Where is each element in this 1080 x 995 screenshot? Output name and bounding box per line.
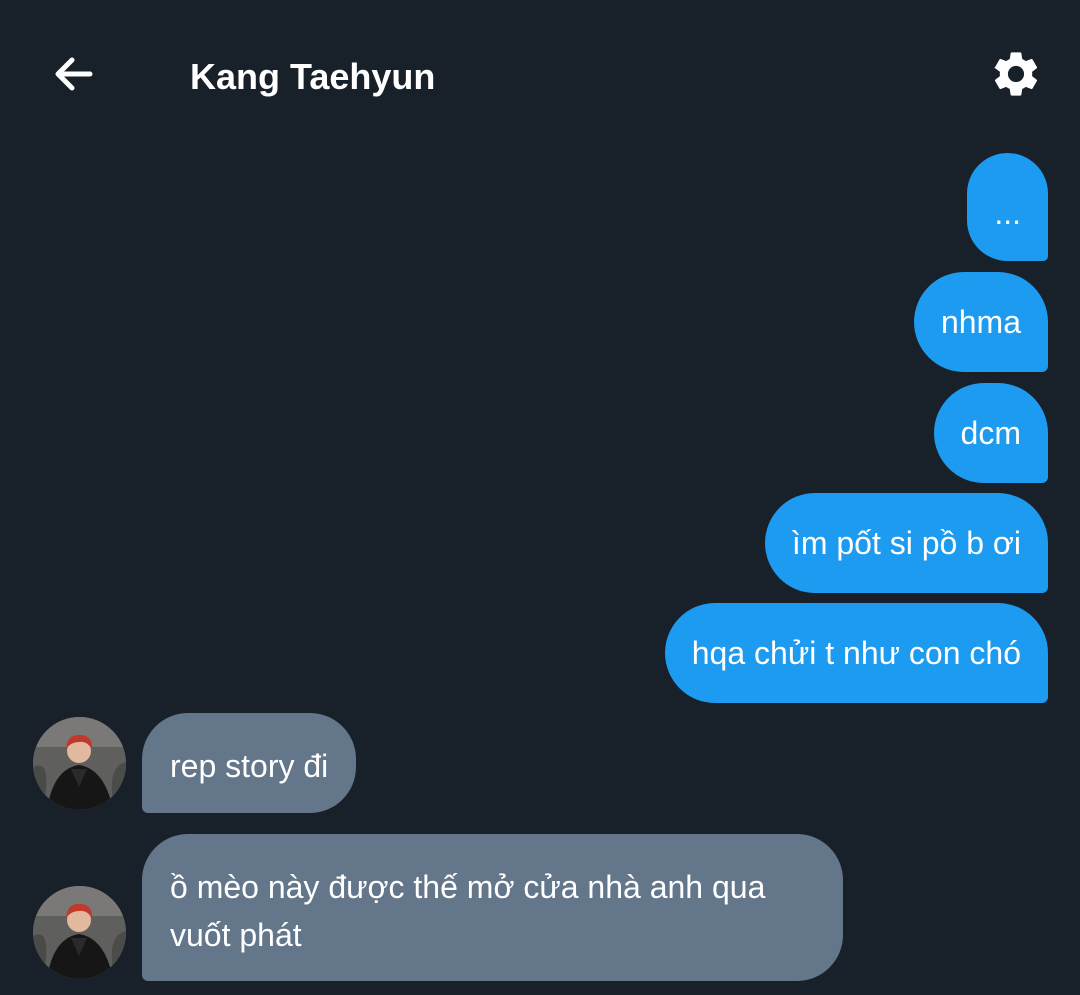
profile-photo-image: [33, 886, 126, 979]
outgoing-message[interactable]: ìm pốt si pồ b ơi: [764, 493, 1048, 593]
contact-avatar[interactable]: [33, 717, 126, 810]
outgoing-message[interactable]: dcm: [933, 383, 1048, 483]
outgoing-message[interactable]: hqa chửi t như con chó: [664, 603, 1048, 703]
incoming-message[interactable]: ồ mèo này được thế mở cửa nhà anh qua vu…: [142, 834, 843, 981]
chat-title: Kang Taehyun: [190, 56, 436, 97]
outgoing-message[interactable]: ...: [967, 153, 1048, 261]
back-button[interactable]: [44, 44, 104, 104]
incoming-message[interactable]: rep story đi: [142, 713, 357, 813]
profile-photo-image: [33, 717, 126, 810]
gear-icon: [994, 52, 1038, 96]
settings-button[interactable]: [984, 42, 1048, 106]
arrow-left-icon: [55, 57, 93, 91]
chat-header: Kang Taehyun: [0, 0, 1080, 150]
contact-avatar[interactable]: [33, 886, 126, 979]
outgoing-message[interactable]: nhma: [913, 272, 1048, 372]
